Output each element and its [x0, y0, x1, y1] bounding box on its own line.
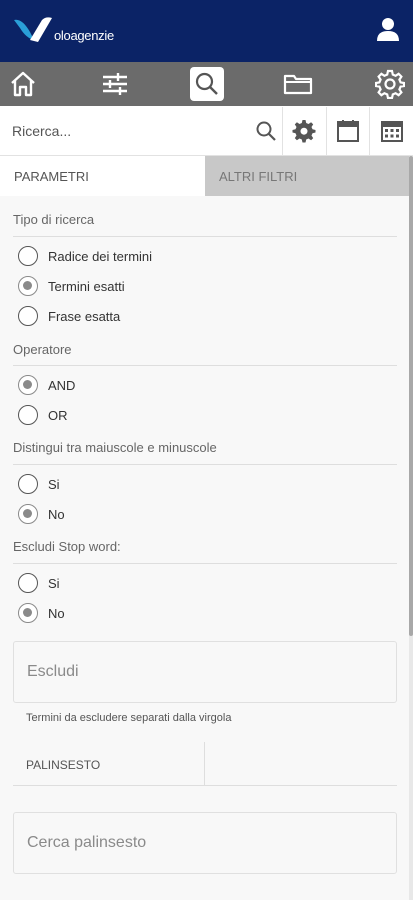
nav-bar: [0, 62, 413, 106]
radio-circle[interactable]: [18, 246, 38, 266]
radio-stopword-si[interactable]: Si: [18, 571, 60, 595]
search-bar: [0, 106, 413, 156]
filter-tabs: PARAMETRI ALTRI FILTRI: [0, 156, 409, 196]
radio-label: No: [48, 506, 65, 522]
home-button[interactable]: [6, 67, 40, 101]
sliders-icon: [102, 73, 127, 95]
radio-radice-termini[interactable]: Radice dei termini: [18, 244, 152, 268]
exclude-field-wrapper: [13, 641, 397, 703]
section-label-tipo-ricerca: Tipo di ricerca: [13, 212, 95, 227]
exclude-input[interactable]: [14, 642, 396, 702]
section-label-case-sensitive: Distingui tra maiuscole e minuscole: [13, 440, 217, 455]
scrollbar[interactable]: [409, 156, 413, 900]
radio-frase-esatta[interactable]: Frase esatta: [18, 304, 120, 328]
section-divider: [13, 563, 397, 564]
radio-label: Si: [48, 575, 60, 591]
exclude-hint: Termini da escludere separati dalla virg…: [26, 712, 232, 724]
tab-parametri[interactable]: PARAMETRI: [0, 156, 205, 196]
folder-button[interactable]: [281, 67, 315, 101]
search-icon: [195, 72, 218, 95]
radio-circle[interactable]: [18, 504, 38, 524]
radio-circle[interactable]: [18, 306, 38, 326]
gear-icon: [375, 69, 405, 99]
logo-text: oloagenzie: [54, 27, 114, 43]
section-divider: [13, 365, 397, 366]
gear-icon: [292, 119, 316, 142]
radio-circle[interactable]: [18, 573, 38, 593]
section-label-operatore: Operatore: [13, 342, 72, 357]
radio-case-si[interactable]: Si: [18, 472, 60, 496]
section-divider: [13, 236, 397, 237]
date-range-button[interactable]: [369, 106, 413, 155]
search-submit-button[interactable]: [250, 107, 282, 155]
radio-label: OR: [48, 407, 68, 423]
palinsesto-label: PALINSESTO: [26, 758, 101, 772]
palinsesto-search-input[interactable]: [14, 813, 396, 873]
home-icon: [11, 71, 35, 97]
radio-label: Termini esatti: [48, 278, 125, 294]
radio-stopword-no[interactable]: No: [18, 601, 65, 625]
user-icon[interactable]: [375, 16, 401, 42]
radio-circle[interactable]: [18, 375, 38, 395]
radio-termini-esatti[interactable]: Termini esatti: [18, 274, 125, 298]
radio-circle[interactable]: [18, 603, 38, 623]
radio-label: AND: [48, 377, 76, 393]
search-input[interactable]: [0, 106, 250, 155]
palinsesto-search-wrapper: [13, 812, 397, 874]
radio-circle[interactable]: [18, 276, 38, 296]
radio-label: No: [48, 605, 65, 621]
section-divider: [13, 464, 397, 465]
radio-label: Si: [48, 476, 60, 492]
folder-icon: [284, 74, 313, 95]
scrollbar-thumb[interactable]: [409, 156, 413, 636]
palinsesto-divider: [204, 742, 205, 786]
calendar-grid-icon: [380, 120, 403, 142]
radio-or[interactable]: OR: [18, 403, 68, 427]
tab-altri-filtri[interactable]: ALTRI FILTRI: [205, 156, 409, 196]
date-button[interactable]: [325, 106, 370, 155]
palinsesto-row: PALINSESTO: [13, 742, 397, 786]
settings-nav-button[interactable]: [373, 67, 407, 101]
search-nav-button[interactable]: [189, 67, 224, 101]
radio-circle[interactable]: [18, 405, 38, 425]
filters-button[interactable]: [98, 67, 132, 101]
search-settings-button[interactable]: [281, 106, 326, 155]
search-icon: [256, 121, 276, 141]
radio-circle[interactable]: [18, 474, 38, 494]
radio-case-no[interactable]: No: [18, 502, 65, 526]
radio-and[interactable]: AND: [18, 373, 75, 397]
app-header: oloagenzie: [0, 0, 413, 62]
volo-logo[interactable]: oloagenzie: [12, 14, 114, 48]
section-label-stop-word: Escludi Stop word:: [13, 539, 121, 554]
calendar-icon: [336, 119, 359, 142]
logo-mark-icon: [14, 17, 52, 42]
radio-label: Radice dei termini: [48, 248, 153, 264]
radio-label: Frase esatta: [48, 308, 121, 324]
